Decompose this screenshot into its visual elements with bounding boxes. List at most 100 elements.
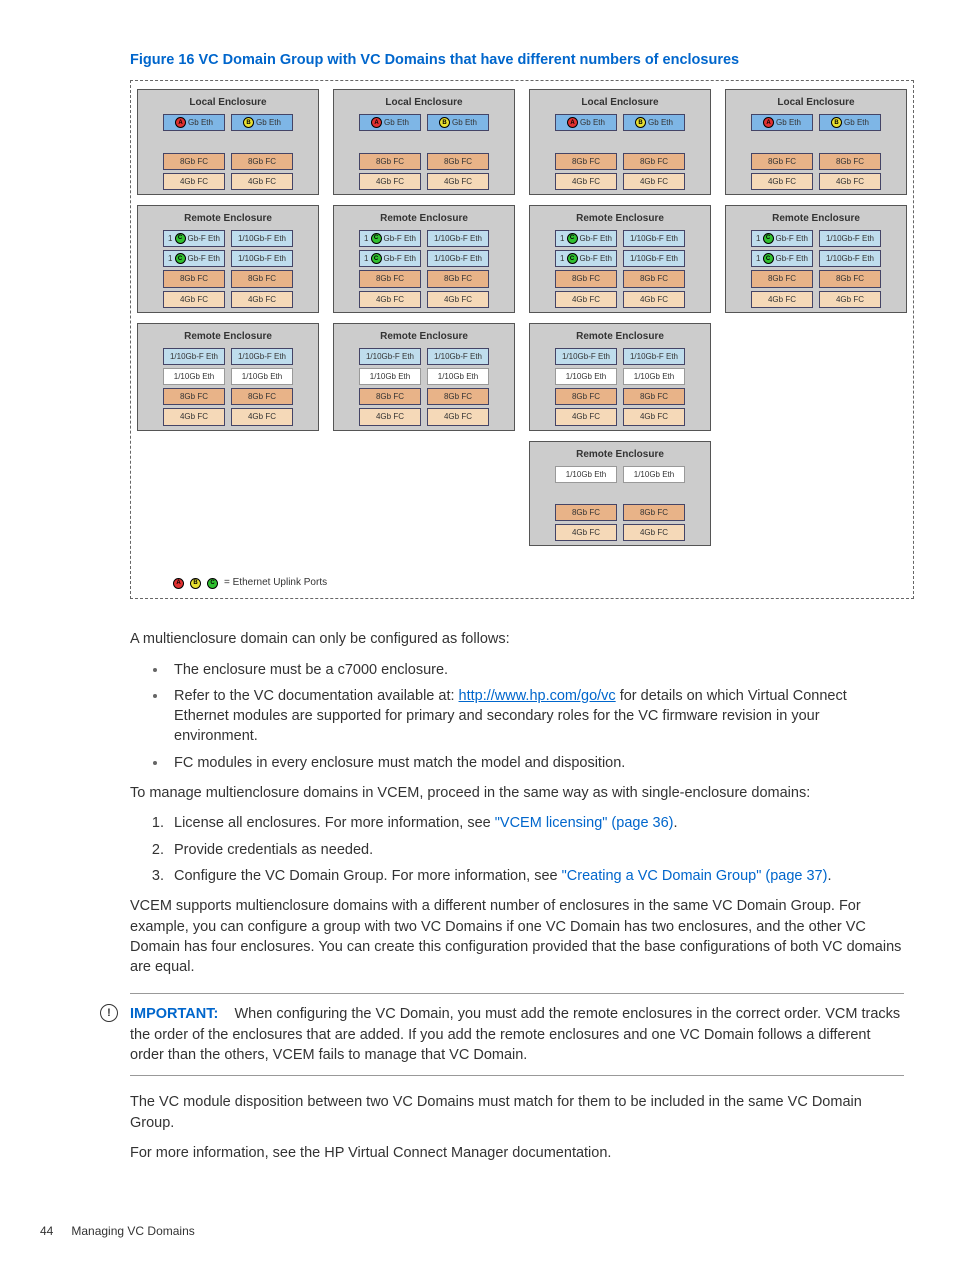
enclosure-title: Remote Enclosure [534, 448, 706, 462]
module-box: 8Gb FC [555, 388, 617, 405]
crossref-link[interactable]: "VCEM licensing" (page 36) [495, 815, 674, 831]
module-row: 8Gb FC 8Gb FC [730, 153, 902, 170]
port-dot: C [175, 233, 186, 244]
port-dot: C [371, 233, 382, 244]
port-dot: A [175, 117, 186, 128]
module-box [557, 134, 617, 149]
enclosure: Local Enclosure AGb EthBGb Eth 8Gb FC8Gb… [725, 89, 907, 195]
text: . [827, 868, 831, 884]
module-box: 1CGb-F Eth [751, 230, 813, 247]
module-box: 4Gb FC [359, 173, 421, 190]
port-dot: C [567, 253, 578, 264]
module-row: 8Gb FC8Gb FC [142, 270, 314, 287]
module-row: AGb EthBGb Eth [142, 114, 314, 131]
module-row: 1CGb-F Eth1/10Gb-F Eth [142, 230, 314, 247]
module-row: 1CGb-F Eth1/10Gb-F Eth [534, 230, 706, 247]
module-row: 1CGb-F Eth1/10Gb-F Eth [142, 250, 314, 267]
module-box: 1CGb-F Eth [163, 230, 225, 247]
module-row [730, 134, 902, 149]
module-box: 1/10Gb-F Eth [623, 250, 685, 267]
vc-doc-link[interactable]: http://www.hp.com/go/vc [459, 688, 616, 704]
module-box: 4Gb FC [751, 173, 813, 190]
enclosure-title: Local Enclosure [338, 96, 510, 110]
module-box: 8Gb FC [163, 388, 225, 405]
port-dot: A [371, 117, 382, 128]
legend: A B C = Ethernet Uplink Ports [173, 576, 907, 590]
module-box: 1/10Gb Eth [555, 368, 617, 385]
module-box: 1/10Gb-F Eth [427, 348, 489, 365]
module-box: 1CGb-F Eth [751, 250, 813, 267]
module-box: 8Gb FC [751, 153, 813, 170]
module-box: 8Gb FC [231, 153, 293, 170]
important-icon: ! [100, 1004, 118, 1022]
module-row: 8Gb FC8Gb FC [534, 270, 706, 287]
module-box: BGb Eth [231, 114, 293, 131]
port-dot: A [567, 117, 578, 128]
legend-text: = Ethernet Uplink Ports [224, 576, 327, 590]
module-box: 1CGb-F Eth [163, 250, 225, 267]
module-box [819, 134, 879, 149]
module-box: 1/10Gb Eth [231, 368, 293, 385]
paragraph: The VC module disposition between two VC… [130, 1092, 904, 1133]
paragraph: VCEM supports multienclosure domains wit… [130, 896, 904, 977]
port-dot: C [175, 253, 186, 264]
module-row [534, 486, 706, 501]
module-box: 8Gb FC [819, 270, 881, 287]
module-box: 8Gb FC [819, 153, 881, 170]
module-row: 8Gb FC8Gb FC [534, 388, 706, 405]
enclosure-title: Local Enclosure [730, 96, 902, 110]
module-box: 1/10Gb-F Eth [359, 348, 421, 365]
crossref-link[interactable]: "Creating a VC Domain Group" (page 37) [562, 868, 828, 884]
module-box: BGb Eth [427, 114, 489, 131]
module-box: 8Gb FC [555, 153, 617, 170]
module-box: 4Gb FC [555, 408, 617, 425]
module-box: 4Gb FC [819, 173, 881, 190]
important-callout: ! IMPORTANT: When configuring the VC Dom… [130, 993, 904, 1076]
module-box: 8Gb FC [427, 153, 489, 170]
module-box: BGb Eth [623, 114, 685, 131]
module-box: AGb Eth [359, 114, 421, 131]
module-box: 1/10Gb-F Eth [819, 250, 881, 267]
module-row: AGb Eth BGb Eth [338, 114, 510, 131]
module-row: 1/10Gb Eth1/10Gb Eth [534, 368, 706, 385]
paragraph: To manage multienclosure domains in VCEM… [130, 783, 904, 803]
legend-dot-b: B [190, 578, 201, 589]
module-box: 1/10Gb-F Eth [427, 250, 489, 267]
module-box: 4Gb FC [231, 408, 293, 425]
module-row [142, 134, 314, 149]
module-row: 8Gb FC8Gb FC [534, 504, 706, 521]
module-box: 1/10Gb-F Eth [819, 230, 881, 247]
module-box [557, 486, 617, 501]
module-row: 8Gb FC8Gb FC [338, 153, 510, 170]
module-box: 4Gb FC [359, 291, 421, 308]
vc-domain-column: Local Enclosure AGb EthBGb Eth 8Gb FC8Gb… [725, 89, 907, 546]
module-row: 4Gb FC4Gb FC [534, 173, 706, 190]
module-row: 1/10Gb-F Eth1/10Gb-F Eth [142, 348, 314, 365]
module-box [427, 134, 487, 149]
text: Refer to the VC documentation available … [174, 688, 459, 704]
port-dot: B [831, 117, 842, 128]
port-dot: B [439, 117, 450, 128]
module-box: 4Gb FC [427, 408, 489, 425]
module-box: 4Gb FC [359, 408, 421, 425]
list-item: Configure the VC Domain Group. For more … [168, 866, 904, 886]
list-item: FC modules in every enclosure must match… [168, 753, 904, 773]
diagram-container: Local Enclosure AGb Eth BGb Eth 8Gb FC 8Gb… [130, 80, 914, 599]
module-box: 4Gb FC [163, 291, 225, 308]
paragraph: A multienclosure domain can only be conf… [130, 629, 904, 649]
module-box: 1/10Gb-F Eth [623, 348, 685, 365]
module-row: 4Gb FC4Gb FC [730, 291, 902, 308]
enclosure-title: Remote Enclosure [338, 330, 510, 344]
module-box: 4Gb FC [231, 173, 293, 190]
module-box: 1/10Gb Eth [555, 466, 617, 483]
module-box: 4Gb FC [231, 291, 293, 308]
module-box: AGb Eth [555, 114, 617, 131]
module-row: 1/10Gb-F Eth 1/10Gb-F Eth [338, 348, 510, 365]
module-box: 8Gb FC [427, 270, 489, 287]
enclosure-title: Remote Enclosure [142, 330, 314, 344]
module-box: 1/10Gb Eth [163, 368, 225, 385]
module-row [534, 134, 706, 149]
important-label: IMPORTANT: [130, 1006, 218, 1022]
vc-domain-column: Local Enclosure AGb EthBGb Eth 8Gb FC8Gb… [333, 89, 515, 546]
module-box: 4Gb FC [427, 173, 489, 190]
